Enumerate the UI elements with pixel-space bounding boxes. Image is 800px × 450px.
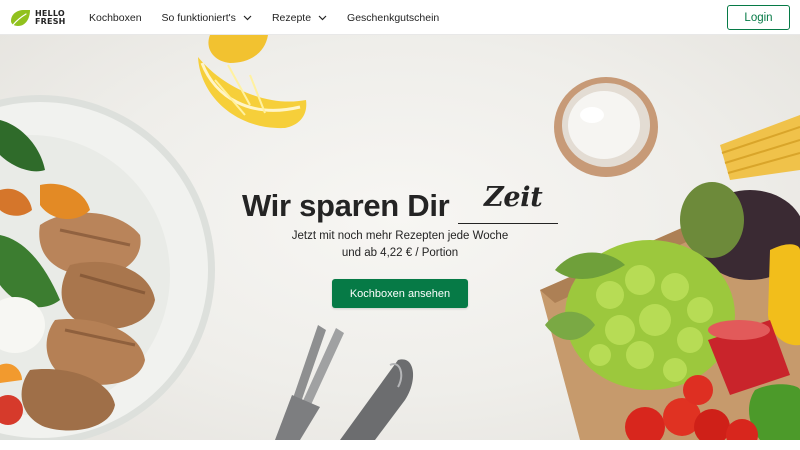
nav-item-rezepte[interactable]: Rezepte: [272, 0, 327, 35]
hellofresh-logo-icon: [11, 9, 30, 26]
hero-headline: Wir sparen Dir Zeit: [242, 182, 572, 228]
hero-headline-prefix: Wir sparen Dir: [242, 188, 450, 223]
vegetable-box-illustration: [540, 182, 800, 440]
hero-subline-1: Jetzt mit noch mehr Rezepten jede Woche: [291, 230, 509, 242]
nav-item-kochboxen[interactable]: Kochboxen: [89, 0, 142, 35]
logo-line-2: FRESH: [35, 17, 66, 26]
nav-item-label: So funktioniert's: [161, 11, 236, 24]
hero-subline-2: und ab 4,22 € / Portion: [341, 247, 459, 259]
site-header: HELLO FRESH Kochboxen So funktioniert's …: [0, 0, 800, 35]
salt-bowl-illustration: [554, 77, 658, 177]
lemon-illustration: [198, 35, 307, 129]
plate-illustration: [0, 95, 215, 440]
nav-item-geschenkgutschein[interactable]: Geschenkgutschein: [347, 0, 439, 35]
kochboxen-ansehen-button[interactable]: Kochboxen ansehen: [332, 279, 468, 308]
cutlery-illustration: [275, 325, 414, 440]
hellofresh-logo[interactable]: HELLO FRESH: [9, 7, 71, 29]
hero-subline: Jetzt mit noch mehr Rezepten jede Woche …: [250, 228, 550, 262]
login-button[interactable]: Login: [727, 5, 790, 30]
hero-section: Wir sparen Dir Zeit Jetzt mit noch mehr …: [0, 35, 800, 440]
page-bottom-strip: [0, 440, 800, 450]
logo-wordmark: HELLO FRESH: [35, 10, 66, 26]
chevron-down-icon: [243, 15, 252, 20]
hero-headline-highlight: Zeit: [484, 182, 543, 213]
nav-item-label: Rezepte: [271, 11, 312, 24]
chevron-down-icon: [318, 15, 327, 20]
nav-item-label: Geschenkgutschein: [347, 11, 440, 24]
main-nav: Kochboxen So funktioniert's Rezepte Gesc…: [89, 0, 439, 35]
pasta-illustration: [720, 115, 800, 180]
nav-item-label: Kochboxen: [89, 11, 142, 24]
nav-item-so-funktionierts[interactable]: So funktioniert's: [162, 0, 252, 35]
